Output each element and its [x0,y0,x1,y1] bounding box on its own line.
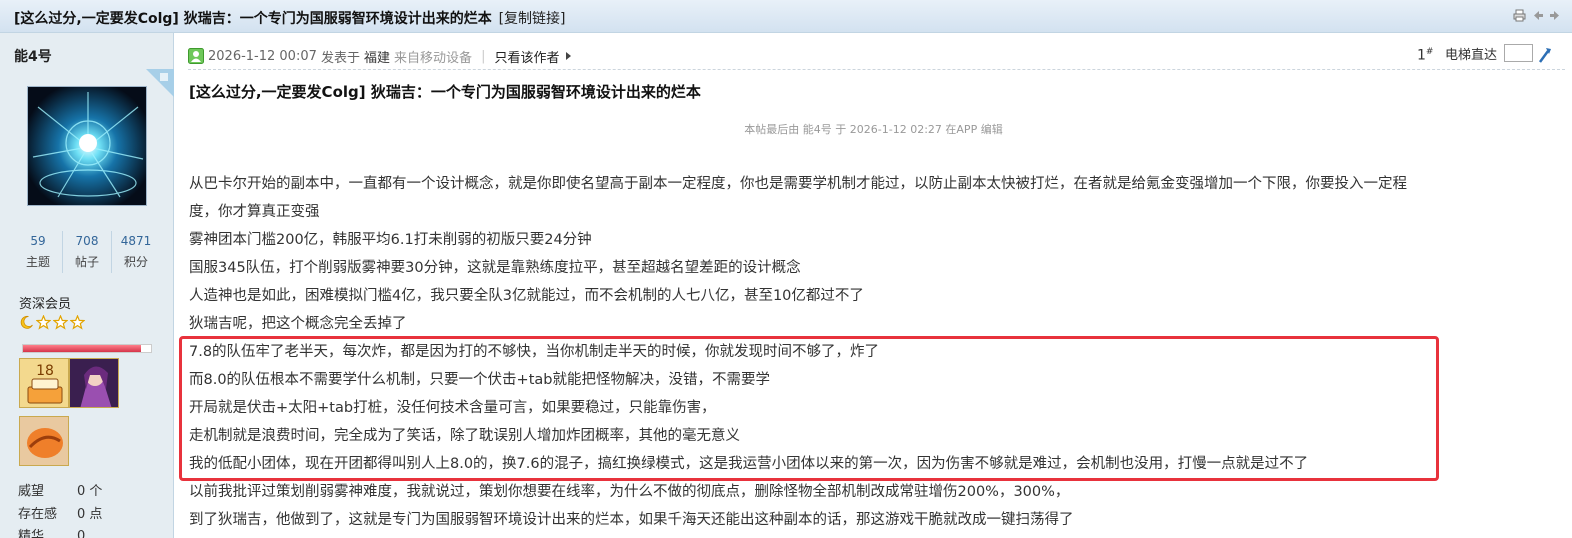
floor-value: 1 [1417,47,1426,64]
stat-credits[interactable]: 4871 积分 [112,231,160,273]
post-text-line: 7.8的队伍牢了老半天，每次炸，都是因为打的不够快，当你机制走半天的时候，你就发… [189,344,880,360]
floor-number[interactable]: 1# [1417,47,1433,64]
caret-right-icon [566,52,572,60]
cake-number: 18 [36,363,54,379]
floor-jump-input[interactable] [1504,44,1533,62]
post-text-line: 雾神团本门槛200亿，韩服平均6.1打未削弱的初版只要24分钟 [189,232,592,248]
post-text-line: 人造神也是如此，困难模拟门槛4亿，我只要全队3亿就能过，而不会机制的人七八亿，甚… [189,288,864,304]
user-group-label[interactable]: 资深会员 [19,293,71,312]
post-text-line: 度，你才算真正变强 [189,204,320,220]
detail-key: 威望 [18,484,45,499]
elevator-label: 电梯直达 [1445,48,1498,63]
stat-label: 积分 [123,255,148,269]
detail-key: 精华 [18,529,45,538]
stat-posts[interactable]: 708 帖子 [63,231,112,273]
floor-sup: # [1425,47,1434,57]
stat-value: 59 [30,234,46,248]
copy-link[interactable]: [复制链接] [499,11,566,27]
stat-topics[interactable]: 59 主题 [14,231,63,273]
orb-icon [20,417,68,465]
thread-title: [这么过分,一定要发Colg] 狄瑞吉：一个专门为国服弱智环境设计出来的烂本 [… [14,8,566,28]
post-text-line: 国服345队伍，打个削弱版雾神要30分钟，这就是靠熟练度拉平，甚至超越名望差距的… [189,260,801,276]
stat-value: 4871 [120,234,152,248]
star-icon [36,315,51,330]
post-body: 从巴卡尔开始的副本中，一直都有一个设计概念，就是你即使名望高于副本一定程度，你也… [189,170,1549,534]
post-divider [188,69,1565,70]
title-bar-tools [1513,9,1562,22]
post-text-line: 开局就是伏击+太阳+tab打桩，没任何技术含量可言，如果要稳过，只能靠伤害， [189,400,716,416]
print-icon[interactable] [1513,9,1526,22]
character-medal[interactable] [69,358,119,408]
avatar-image [28,87,146,205]
star-icon [70,315,85,330]
next-thread-icon[interactable] [1549,9,1562,22]
edit-note: 本帖最后由 能4号 于 2026-1-12 02:27 在APP 编辑 [744,123,1003,136]
detail-value: 0 个 [77,484,103,499]
author-name[interactable]: 能4号 [14,46,52,66]
post-text-line: 狄瑞吉呢，把这个概念完全丢掉了 [189,316,407,332]
post-text-line: 从巴卡尔开始的副本中，一直都有一个设计概念，就是你即使名望高于副本一定程度，你也… [189,176,1407,192]
author-avatar[interactable] [27,86,147,206]
post-meta: 2026-1-12 00:07 发表于 福建 来自移动设备 | 只看该作者 [188,46,572,66]
posted-in-label: 发表于 [321,50,361,66]
post-device: 来自移动设备 [394,50,473,66]
post-text-line: 而8.0的队伍根本不需要学什么机制，只要一个伏击+tab就能把怪物解决，没错，不… [189,372,770,388]
stat-label: 帖子 [74,255,99,269]
post-datetime: 2026-1-12 00:07 [208,48,317,64]
author-sidebar: 能4号 59 主题 708 帖子 4871 积分 资深会员 18 威望 0 个 … [0,33,174,538]
level-stars [19,315,85,330]
presence-row: 存在感 0 点 [18,503,102,522]
online-ribbon-icon [146,69,174,97]
cake-icon: 18 [20,359,68,407]
stat-value: 708 [75,234,99,248]
post-text-line: 以前我批评过策划削弱雾神难度，我就说过，策划你想要在线率，为什么不做的彻底点，删… [189,484,1070,500]
digest-row: 精华 0 [18,525,85,538]
detail-value: 0 [77,529,86,538]
post-subject: [这么过分,一定要发Colg] 狄瑞吉：一个专门为国服弱智环境设计出来的烂本 [189,83,701,101]
post-location: 福建 [364,50,391,66]
post-content-area: 2026-1-12 00:07 发表于 福建 来自移动设备 | 只看该作者 1#… [175,33,1572,538]
post-text-line: 到了狄瑞吉，他做到了，这就是专门为国服弱智环境设计出来的烂本，如果千海天还能出这… [189,512,1074,528]
orb-medal[interactable] [19,416,69,466]
only-view-author-link[interactable]: 只看该作者 [494,47,559,66]
thread-title-text: [这么过分,一定要发Colg] 狄瑞吉：一个专门为国服弱智环境设计出来的烂本 [14,11,492,27]
reputation-row: 威望 0 个 [18,480,102,499]
star-icon [53,315,68,330]
previous-thread-icon[interactable] [1531,9,1544,22]
online-status-icon [188,48,204,64]
moon-icon [20,315,33,329]
experience-bar-fill [23,345,141,352]
detail-key: 存在感 [18,507,58,522]
detail-value: 0 点 [77,507,103,522]
stat-label: 主题 [25,255,50,269]
experience-bar [22,344,152,353]
birthday-cake-medal[interactable]: 18 [19,358,69,408]
thread-title-bar: [这么过分,一定要发Colg] 狄瑞吉：一个专门为国服弱智环境设计出来的烂本 [… [0,0,1572,33]
character-portrait-icon [70,359,118,407]
post-text-line: 走机制就是浪费时间，完全成为了笑话，除了耽误别人增加炸团概率，其他的毫无意义 [189,428,740,444]
meta-separator: | [481,48,486,64]
post-text-line: 我的低配小团体，现在开团都得叫别人上8.0的，换7.6的混子，搞红换绿模式，这是… [189,456,1309,472]
jump-go-icon[interactable] [1538,47,1552,63]
author-stats: 59 主题 708 帖子 4871 积分 [14,231,160,273]
